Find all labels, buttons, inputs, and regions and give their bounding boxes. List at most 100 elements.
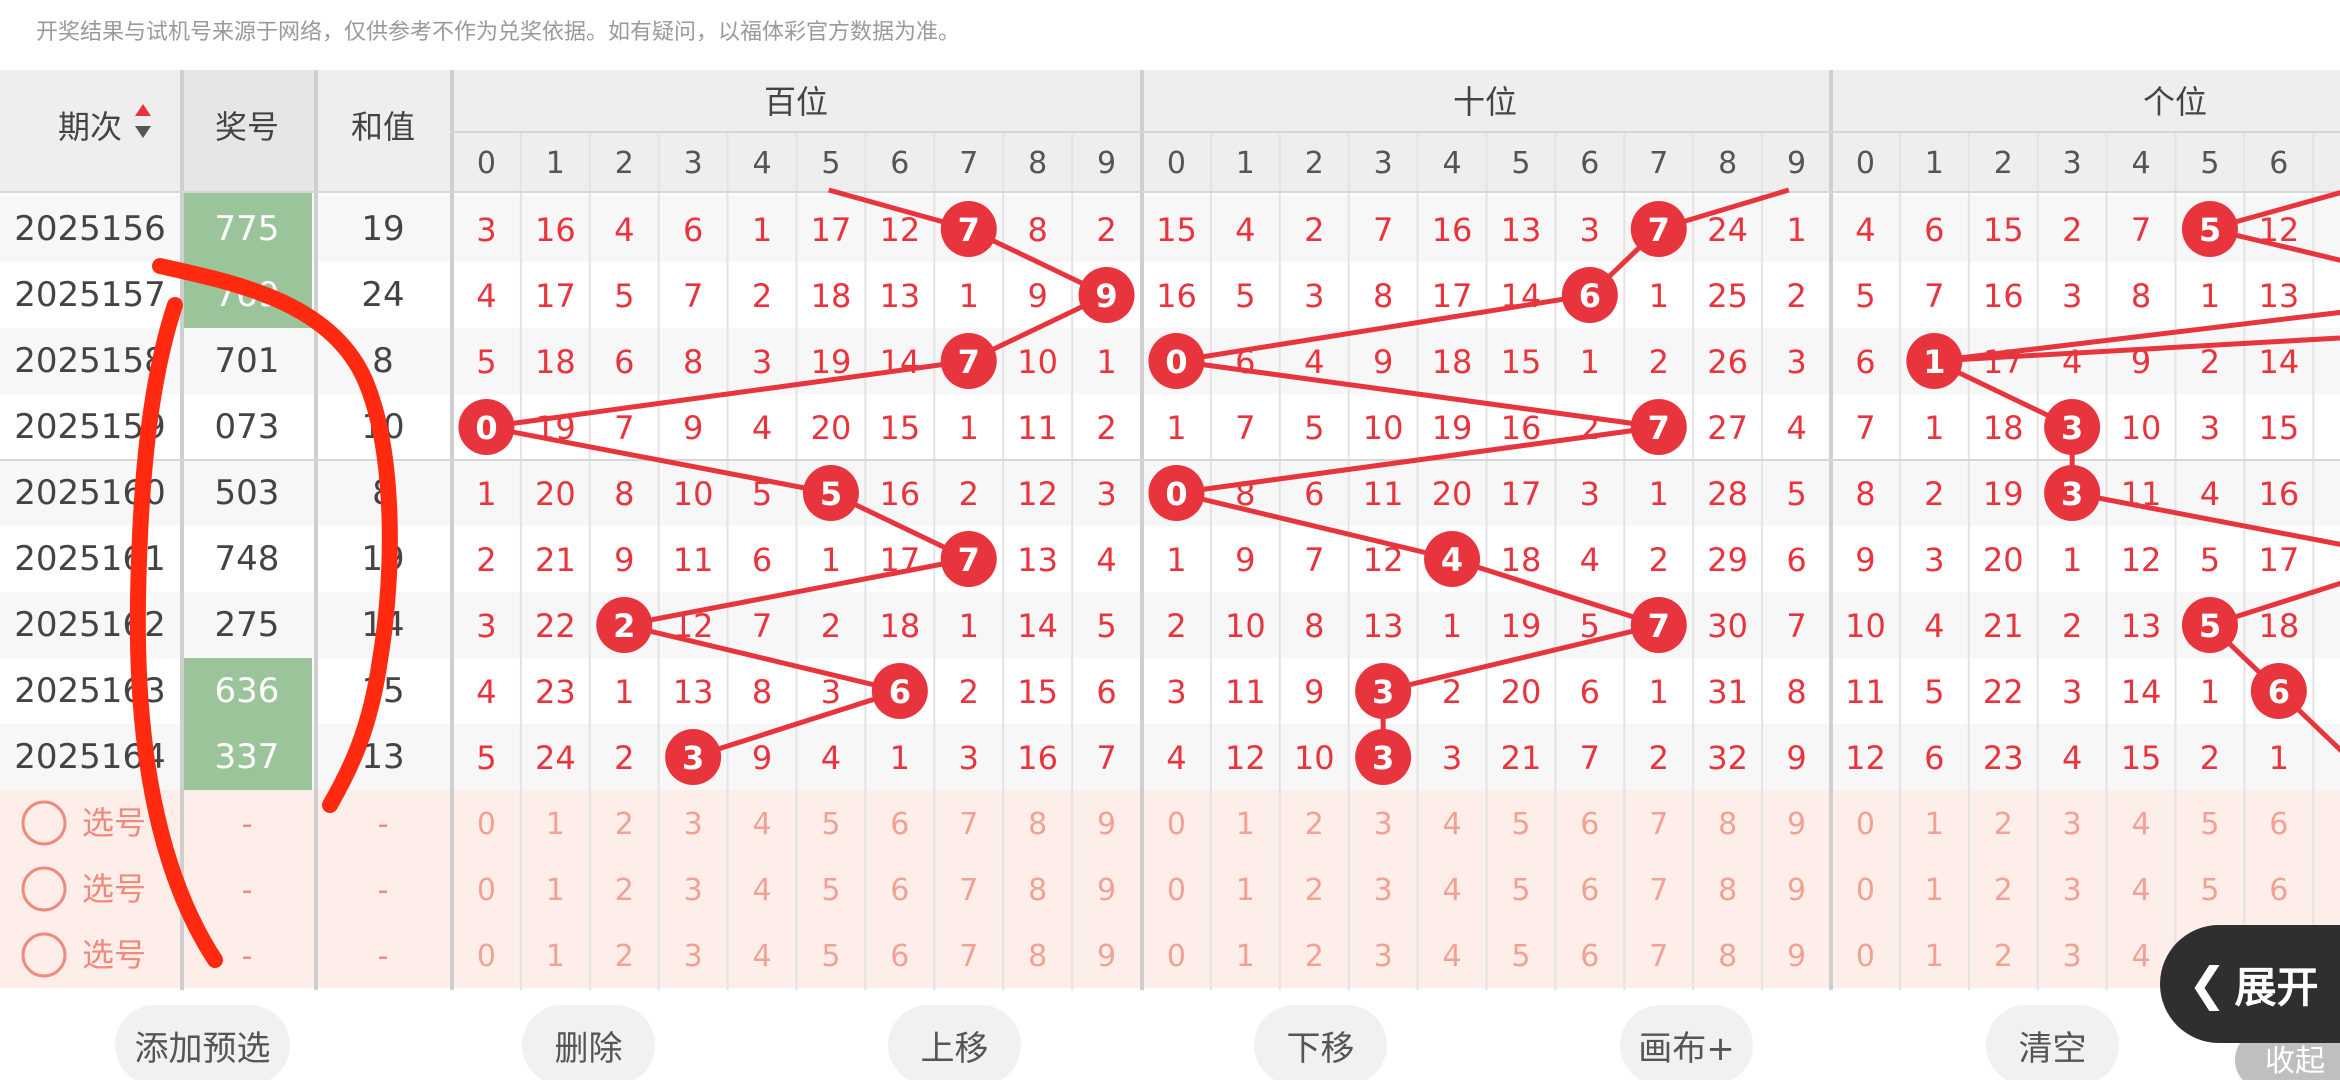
digit-header: 1 <box>546 146 565 181</box>
miss-count: 3 <box>821 673 841 711</box>
miss-count: 13 <box>2121 607 2162 645</box>
move-down-button[interactable]: 下移 <box>1254 1005 1387 1080</box>
miss-count: 7 <box>1855 409 1875 447</box>
trend-chart-table: 期次 奖号 和值 百位 十位 个位 0 1 2 3 4 5 6 7 8 9 0 1 2 3 4 5 6 7 8 9 0 1 2 3 4 5 6 2… <box>0 70 2340 990</box>
miss-count: 17 <box>1501 475 1542 513</box>
miss-count: 13 <box>879 277 920 315</box>
select-digit: 3 <box>2063 807 2082 842</box>
hit-digit: 3 <box>2061 475 2083 513</box>
miss-count: 2 <box>959 475 979 513</box>
miss-count: 1 <box>1096 343 1116 381</box>
miss-count: 23 <box>1983 739 2024 777</box>
miss-count: 1 <box>959 607 979 645</box>
hit-digit: 3 <box>682 739 704 777</box>
select-digit: 5 <box>2200 807 2219 842</box>
miss-count: 17 <box>811 211 852 249</box>
miss-count: 2 <box>2062 211 2082 249</box>
miss-count: 7 <box>1373 211 1393 249</box>
hit-digit: 0 <box>1165 475 1187 513</box>
tens-header: 十位 <box>1453 83 1517 121</box>
select-digit: 8 <box>1718 873 1737 908</box>
miss-count: 3 <box>1924 541 1944 579</box>
miss-count: 5 <box>1096 607 1116 645</box>
miss-count: 6 <box>1924 739 1944 777</box>
select-digit: 6 <box>2269 873 2288 908</box>
miss-count: 1 <box>1442 607 1462 645</box>
select-number: - <box>242 939 253 974</box>
delete-button[interactable]: 删除 <box>522 1005 655 1080</box>
miss-count: 16 <box>1156 277 1197 315</box>
select-digit: 4 <box>2132 807 2151 842</box>
miss-count: 21 <box>1501 739 1542 777</box>
hit-digit: 3 <box>1372 673 1394 711</box>
miss-count: 15 <box>2258 409 2299 447</box>
miss-count: 17 <box>1983 343 2024 381</box>
disclaimer-text: 开奖结果与试机号来源于网络，仅供参考不作为兑奖依据。如有疑问，以福体彩官方数据为… <box>36 20 961 45</box>
miss-count: 4 <box>752 409 772 447</box>
miss-count: 27 <box>1707 409 1748 447</box>
select-digit: 8 <box>1028 939 1047 974</box>
sum-cell: 14 <box>361 605 404 645</box>
miss-count: 16 <box>1501 409 1542 447</box>
miss-count: 6 <box>752 541 772 579</box>
select-digit: 6 <box>2269 807 2288 842</box>
sum-cell: 10 <box>361 407 404 447</box>
miss-count: 4 <box>1235 211 1255 249</box>
hit-digit: 7 <box>958 211 980 249</box>
sum-cell: 19 <box>361 539 404 579</box>
miss-count: 11 <box>1017 409 1058 447</box>
move-up-button[interactable]: 上移 <box>888 1005 1021 1080</box>
hit-digit: 1 <box>1923 343 1945 381</box>
miss-count: 6 <box>683 211 703 249</box>
miss-count: 2 <box>1580 409 1600 447</box>
miss-count: 9 <box>683 409 703 447</box>
canvas-add-button[interactable]: 画布+ <box>1620 1005 1753 1080</box>
select-digit: 0 <box>477 807 496 842</box>
select-digit: 3 <box>684 807 703 842</box>
period-header: 期次 <box>58 108 122 146</box>
miss-count: 13 <box>673 673 714 711</box>
miss-count: 12 <box>2258 211 2299 249</box>
digit-header: 9 <box>1097 146 1116 181</box>
miss-count: 15 <box>1501 343 1542 381</box>
period-cell: 2025160 <box>14 473 165 513</box>
miss-count: 4 <box>476 277 496 315</box>
select-digit: 5 <box>821 873 840 908</box>
select-digit: 4 <box>1443 807 1462 842</box>
hit-digit: 0 <box>1165 343 1187 381</box>
miss-count: 4 <box>1096 541 1116 579</box>
sum-cell: 8 <box>372 341 394 381</box>
miss-count: 10 <box>1845 607 1886 645</box>
number-cell: 769 <box>215 275 280 315</box>
miss-count: 9 <box>1373 343 1393 381</box>
digit-header: 6 <box>890 146 909 181</box>
miss-count: 14 <box>1501 277 1542 315</box>
miss-count: 1 <box>1580 343 1600 381</box>
miss-count: 2 <box>821 607 841 645</box>
miss-count: 10 <box>1017 343 1058 381</box>
number-cell: 073 <box>215 407 280 447</box>
miss-count: 8 <box>1027 211 1047 249</box>
expand-button[interactable]: ❮ 展开 <box>2160 925 2340 1043</box>
miss-count: 3 <box>2062 673 2082 711</box>
miss-count: 1 <box>1166 409 1186 447</box>
miss-count: 18 <box>535 343 576 381</box>
sum-cell: 19 <box>361 209 404 249</box>
select-digit: 7 <box>1649 873 1668 908</box>
select-digit: 6 <box>1580 873 1599 908</box>
add-preselect-button[interactable]: 添加预选 <box>115 1005 290 1080</box>
select-digit: 1 <box>1236 807 1255 842</box>
select-digit: 6 <box>890 807 909 842</box>
miss-count: 19 <box>1501 607 1542 645</box>
select-digit: 3 <box>2063 939 2082 974</box>
miss-count: 22 <box>535 607 576 645</box>
miss-count: 10 <box>1363 409 1404 447</box>
miss-count: 7 <box>752 607 772 645</box>
select-digit: 7 <box>1649 939 1668 974</box>
period-cell: 2025163 <box>14 671 165 711</box>
miss-count: 1 <box>2200 673 2220 711</box>
miss-count: 5 <box>1786 475 1806 513</box>
select-digit: 4 <box>753 873 772 908</box>
miss-count: 9 <box>1027 277 1047 315</box>
clear-button[interactable]: 清空 <box>1986 1005 2119 1080</box>
